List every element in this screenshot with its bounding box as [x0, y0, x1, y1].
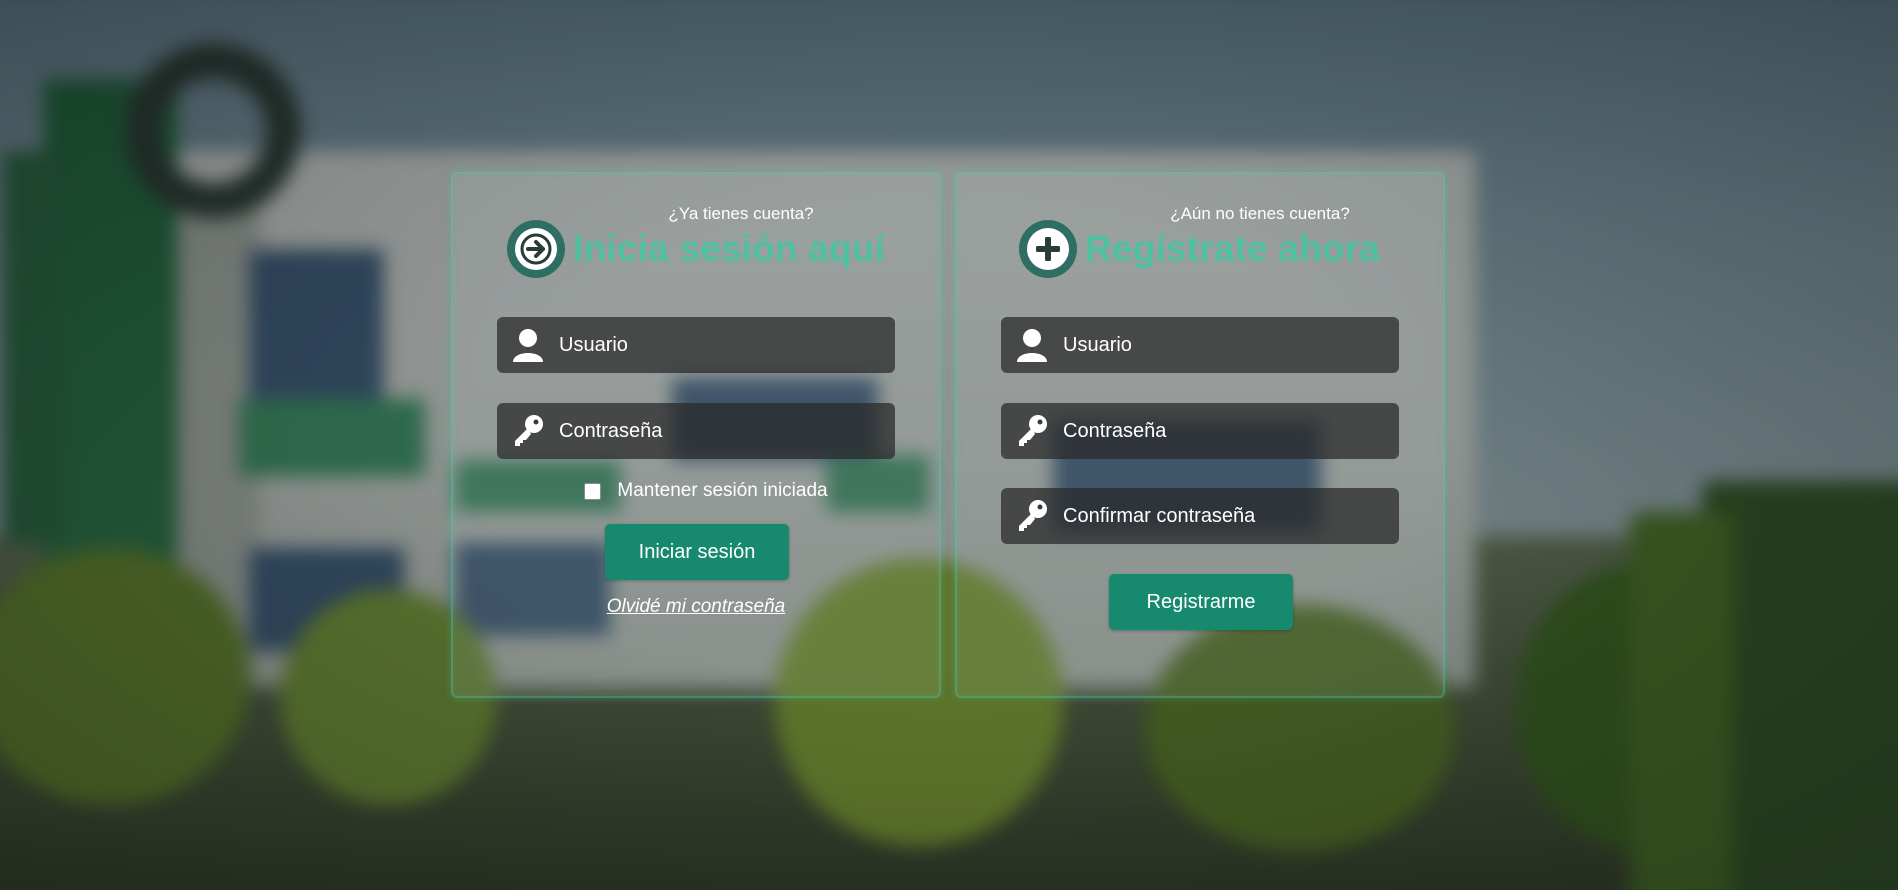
register-panel: ¿Aún no tienes cuenta? Regístrate ahora …	[955, 172, 1445, 698]
remember-me: Mantener sesión iniciada	[453, 480, 939, 502]
register-confirm-placeholder: Confirmar contraseña	[1063, 504, 1256, 527]
login-password-placeholder: Contraseña	[559, 419, 663, 442]
key-icon	[497, 403, 559, 459]
register-title: Regístrate ahora	[1085, 228, 1381, 269]
register-password-placeholder: Contraseña	[1063, 419, 1167, 442]
register-button[interactable]: Registrarme	[1109, 574, 1293, 630]
register-confirm-password-field[interactable]: Confirmar contraseña	[1001, 488, 1399, 544]
register-heading: Regístrate ahora	[1019, 214, 1380, 284]
key-icon	[1001, 403, 1063, 459]
login-button[interactable]: Iniciar sesión	[605, 524, 789, 580]
remember-checkbox[interactable]	[584, 482, 602, 500]
user-icon	[1001, 317, 1063, 373]
register-username-placeholder: Usuario	[1063, 333, 1132, 356]
login-heading: Inicia sesión aquí	[507, 214, 885, 284]
plus-circle-icon	[1019, 220, 1077, 278]
user-icon	[497, 317, 559, 373]
forgot-password-link[interactable]: Olvidé mi contraseña	[453, 596, 939, 618]
background-overlay	[0, 0, 1898, 890]
key-icon	[1001, 488, 1063, 544]
register-username-field[interactable]: Usuario	[1001, 317, 1399, 373]
register-password-field[interactable]: Contraseña	[1001, 403, 1399, 459]
remember-label: Mantener sesión iniciada	[617, 480, 828, 501]
login-title: Inicia sesión aquí	[573, 228, 886, 269]
login-username-placeholder: Usuario	[559, 333, 628, 356]
login-password-field[interactable]: Contraseña	[497, 403, 895, 459]
login-username-field[interactable]: Usuario	[497, 317, 895, 373]
arrow-right-circle-icon	[507, 220, 565, 278]
login-panel: ¿Ya tienes cuenta? Inicia sesión aquí Us…	[451, 172, 941, 698]
